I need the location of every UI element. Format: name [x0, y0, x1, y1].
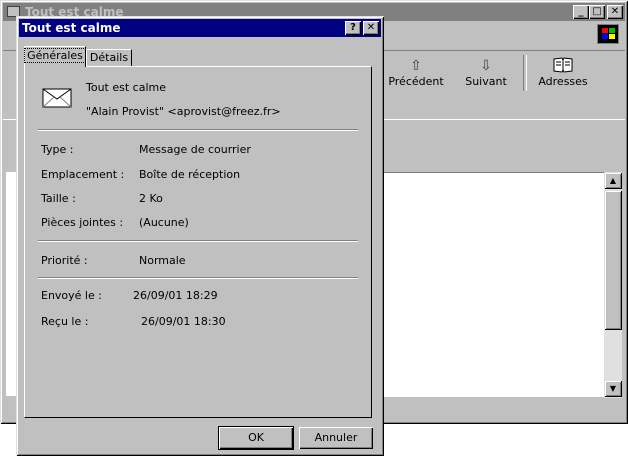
type-label: Type : — [41, 143, 74, 156]
sent-label: Envoyé le : — [41, 289, 102, 302]
addresses-label: Adresses — [538, 75, 588, 88]
dialog-close-button[interactable]: ✕ — [363, 21, 379, 35]
up-arrow-icon: ⇧ — [410, 58, 422, 74]
sent-value: 26/09/01 18:29 — [133, 289, 218, 302]
toolbar-separator — [523, 55, 527, 91]
message-sender: "Alain Provist" <aprovist@freez.fr> — [86, 105, 281, 118]
message-preview-pane[interactable] — [370, 172, 604, 397]
tab-details-label: Détails — [89, 51, 129, 64]
attachments-label: Pièces jointes : — [41, 216, 124, 229]
separator — [38, 277, 358, 279]
separator — [38, 129, 358, 131]
next-button[interactable]: ⇩ Suivant — [451, 57, 521, 88]
ok-button[interactable]: OK — [219, 427, 293, 449]
received-value: 26/09/01 18:30 — [141, 315, 226, 328]
addresses-button[interactable]: Adresses — [528, 57, 598, 88]
cancel-button[interactable]: Annuler — [299, 427, 373, 449]
scroll-down-button[interactable]: ▼ — [604, 380, 622, 397]
priority-label: Priorité : — [41, 254, 88, 267]
received-label: Reçu le : — [41, 315, 89, 328]
priority-value: Normale — [139, 254, 186, 267]
envelope-icon — [42, 88, 72, 108]
maximize-button[interactable]: □ — [589, 5, 605, 19]
address-book-icon — [528, 57, 598, 75]
message-subject: Tout est calme — [86, 81, 166, 94]
dialog-title: Tout est calme — [22, 21, 121, 35]
previous-label: Précédent — [388, 75, 444, 88]
properties-dialog: Tout est calme ? ✕ Générales Détails Tou… — [16, 16, 384, 456]
attachments-value: (Aucune) — [139, 216, 189, 229]
scroll-up-button[interactable]: ▲ — [604, 172, 622, 189]
previous-button[interactable]: ⇧ Précédent — [381, 57, 451, 88]
next-label: Suivant — [465, 75, 507, 88]
tab-general[interactable]: Générales — [24, 46, 86, 67]
dialog-titlebar[interactable]: Tout est calme ? ✕ — [19, 19, 381, 37]
scroll-thumb[interactable] — [604, 190, 622, 330]
type-value: Message de courrier — [139, 143, 251, 156]
minimize-button[interactable]: _ — [573, 5, 589, 19]
tab-details[interactable]: Détails — [86, 49, 132, 66]
help-button[interactable]: ? — [345, 21, 361, 35]
down-arrow-icon: ⇩ — [480, 58, 492, 74]
close-button[interactable]: ✕ — [607, 5, 623, 19]
tab-general-label: Générales — [24, 48, 86, 63]
vertical-scrollbar[interactable]: ▲ ▼ — [604, 172, 622, 398]
size-label: Taille : — [41, 192, 76, 205]
separator — [38, 240, 358, 242]
location-value: Boîte de réception — [139, 168, 241, 181]
windows-logo-icon — [597, 24, 619, 44]
size-value: 2 Ko — [139, 192, 163, 205]
general-tab-panel: Tout est calme "Alain Provist" <aprovist… — [24, 66, 372, 418]
location-label: Emplacement : — [41, 168, 125, 181]
